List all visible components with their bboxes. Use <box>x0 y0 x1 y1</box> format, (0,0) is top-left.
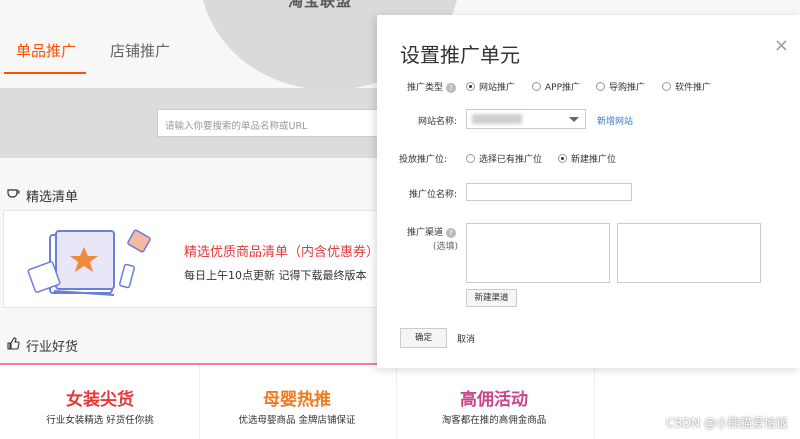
industry-title-baby: 母婴热推 <box>263 390 331 410</box>
add-channel-button[interactable]: 新建渠道 <box>466 289 517 307</box>
modal-title: 设置推广单元 <box>400 43 520 67</box>
tab-single-item[interactable]: 单品推广 <box>16 40 76 61</box>
selected-list-heading-text: 精选清单 <box>26 190 79 205</box>
cup-icon <box>6 187 20 205</box>
close-icon[interactable]: × <box>774 35 789 56</box>
industry-heading-text: 行业好货 <box>26 340 79 355</box>
radio-app-promo-label: APP推广 <box>545 83 581 93</box>
help-icon[interactable]: ? <box>446 82 457 93</box>
radio-app-promo[interactable]: APP推广 <box>532 80 580 93</box>
confirm-button[interactable]: 确定 <box>400 328 447 348</box>
promo-type-label-text: 推广类型 <box>407 83 444 93</box>
industry-title-commission: 高佣活动 <box>460 390 528 410</box>
cancel-button[interactable]: 取消 <box>457 332 475 345</box>
active-tab-indicator <box>4 72 86 74</box>
radio-new-slot[interactable]: 新建推广位 <box>558 152 616 165</box>
site-name-label: 网站名称: <box>418 117 458 127</box>
site-name-select[interactable] <box>466 109 586 129</box>
radio-site-promo-label: 网站推广 <box>479 83 516 93</box>
radio-circle-icon <box>558 154 567 163</box>
help-icon[interactable]: ? <box>446 227 457 238</box>
industry-subtitle-women: 行业女装精选 好货任你挑 <box>46 415 154 426</box>
selected-list-heading: 精选清单 <box>6 186 78 205</box>
slot-name-label: 推广位名称: <box>409 190 458 200</box>
industry-heading: 行业好货 <box>6 336 78 355</box>
gift-list-illustration <box>27 229 151 296</box>
thumbs-up-icon <box>6 336 20 355</box>
radio-site-promo[interactable]: 网站推广 <box>466 80 515 93</box>
radio-new-slot-label: 新建推广位 <box>571 155 617 165</box>
promo-type-label: 推广类型? <box>407 80 457 93</box>
industry-title-women: 女装尖货 <box>66 390 134 410</box>
channel-label-text: 推广渠道 <box>407 228 444 238</box>
slot-name-input[interactable] <box>466 183 632 201</box>
radio-guide-promo-label: 导购推广 <box>609 83 646 93</box>
channel-label: 推广渠道? <box>407 225 457 238</box>
watermark: CSDN @小熊猫爱恰饭 <box>665 416 788 430</box>
radio-circle-icon <box>466 154 475 163</box>
industry-card-baby[interactable]: 母婴热推 优选母婴商品 金牌店铺保证 <box>199 365 397 439</box>
radio-circle-icon <box>466 82 475 91</box>
radio-existing-slot-label: 选择已有推广位 <box>479 155 543 165</box>
promo-unit-modal: 设置推广单元 × 推广类型? 网站推广 APP推广 导购推广 软件推广 网站名称… <box>377 15 800 368</box>
blurred-site-value <box>472 114 522 124</box>
radio-circle-icon <box>596 82 605 91</box>
industry-subtitle-commission: 淘客都在推的高佣金商品 <box>441 415 547 426</box>
radio-software-promo[interactable]: 软件推广 <box>662 80 711 93</box>
selected-list-subtitle: 每日上午10点更新 记得下载最终版本 <box>184 269 367 282</box>
channel-select-list[interactable] <box>466 223 610 283</box>
tab-shop[interactable]: 店铺推广 <box>110 40 170 61</box>
radio-software-promo-label: 软件推广 <box>675 83 712 93</box>
search-input[interactable]: 请输入你要搜索的单品名称或URL <box>157 109 397 137</box>
page-logo-title: 淘宝联盟 <box>288 0 353 10</box>
radio-circle-icon <box>532 82 541 91</box>
selected-list-title[interactable]: 精选优质商品清单（内含优惠券） <box>184 241 379 260</box>
radio-circle-icon <box>662 82 671 91</box>
industry-card-women[interactable]: 女装尖货 行业女装精选 好货任你挑 <box>0 365 200 439</box>
slot-label: 投放推广位: <box>399 155 448 165</box>
chevron-down-icon <box>569 117 579 122</box>
add-site-link[interactable]: 新增网站 <box>597 114 633 127</box>
channel-selected-list[interactable] <box>617 223 761 283</box>
radio-existing-slot[interactable]: 选择已有推广位 <box>466 152 542 165</box>
radio-guide-promo[interactable]: 导购推广 <box>596 80 645 93</box>
industry-card-commission[interactable]: 高佣活动 淘客都在推的高佣金商品 <box>396 365 595 439</box>
channel-optional-hint: (选填) <box>433 242 459 252</box>
industry-subtitle-baby: 优选母婴商品 金牌店铺保证 <box>238 415 356 426</box>
